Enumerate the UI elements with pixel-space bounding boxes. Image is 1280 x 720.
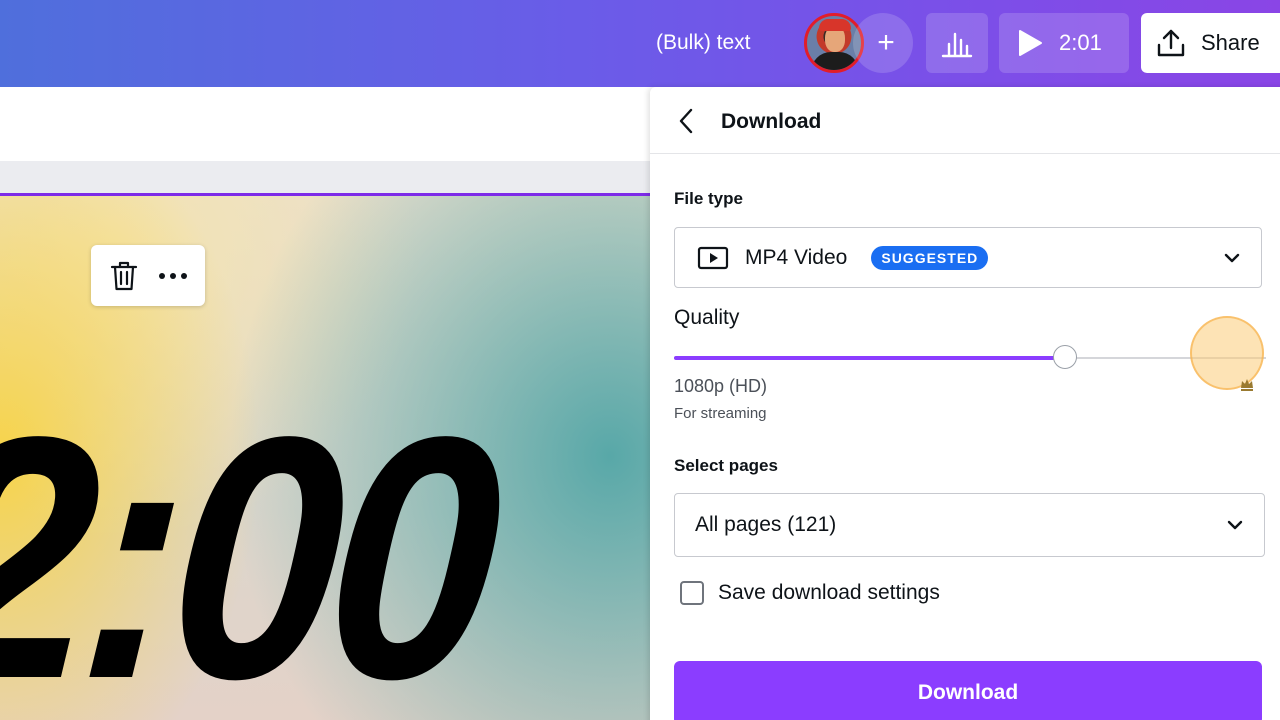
chart-icon xyxy=(941,32,973,58)
more-icon xyxy=(158,272,187,279)
quality-slider-thumb[interactable] xyxy=(1052,345,1077,369)
plus-icon: + xyxy=(877,26,895,59)
panel-header: Download xyxy=(650,87,1280,154)
editor-toolbar xyxy=(0,87,650,161)
avatar-body-shape xyxy=(811,52,859,70)
play-icon xyxy=(1019,30,1042,56)
avatar-hat-shape xyxy=(819,19,851,31)
select-pages-label: Select pages xyxy=(674,456,778,475)
save-settings-checkbox[interactable] xyxy=(680,581,704,605)
add-collaborator-button[interactable]: + xyxy=(853,13,913,73)
file-type-select[interactable]: MP4 Video SUGGESTED xyxy=(674,227,1262,288)
back-button[interactable] xyxy=(672,107,700,135)
quality-description: For streaming xyxy=(674,405,767,422)
save-settings-label[interactable]: Save download settings xyxy=(718,581,940,605)
delete-button[interactable] xyxy=(104,256,144,296)
timer-text-element[interactable]: 2:00 xyxy=(0,366,500,720)
top-bar: (Bulk) text + 2:01 Share xyxy=(0,0,1280,87)
save-settings-row[interactable]: Save download settings xyxy=(680,581,940,605)
quality-value: 1080p (HD) xyxy=(674,376,768,396)
suggested-badge: SUGGESTED xyxy=(871,245,989,270)
quality-slider[interactable] xyxy=(674,345,1266,369)
quality-slider-fill xyxy=(674,356,1065,360)
present-button[interactable]: 2:01 xyxy=(999,13,1129,73)
select-pages-value: All pages (121) xyxy=(695,513,837,536)
share-upload-icon xyxy=(1157,29,1185,57)
share-button[interactable]: Share xyxy=(1141,13,1280,73)
file-type-label: File type xyxy=(674,189,743,208)
panel-title: Download xyxy=(721,110,822,133)
select-pages-dropdown[interactable]: All pages (121) xyxy=(674,493,1265,557)
file-type-value: MP4 Video xyxy=(745,245,848,269)
document-title[interactable]: (Bulk) text xyxy=(656,31,751,55)
chevron-down-icon xyxy=(1224,253,1240,262)
more-options-button[interactable] xyxy=(153,256,193,296)
quality-label: Quality xyxy=(674,306,740,329)
present-duration: 2:01 xyxy=(1059,30,1102,55)
download-panel: Download File type MP4 Video SUGGESTED Q… xyxy=(650,87,1280,720)
video-icon xyxy=(697,246,729,269)
back-icon xyxy=(679,108,693,134)
element-floating-toolbar xyxy=(91,245,205,306)
crown-icon xyxy=(1241,379,1253,391)
download-button[interactable]: Download xyxy=(674,661,1262,720)
chevron-down-icon xyxy=(1227,520,1243,530)
insights-button[interactable] xyxy=(926,13,988,73)
share-label: Share xyxy=(1201,30,1260,55)
trash-icon xyxy=(110,261,137,290)
